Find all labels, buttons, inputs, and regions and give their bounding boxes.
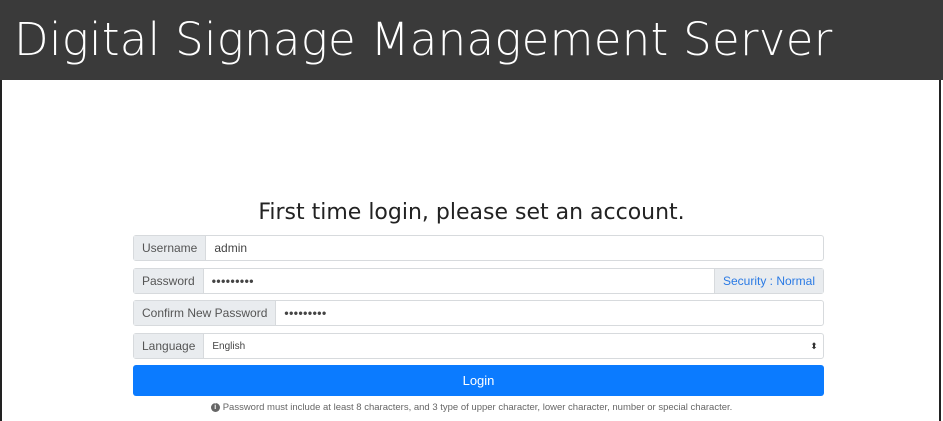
language-group: Language English ⬍ [133,333,824,359]
username-group: Username admin [133,235,824,261]
note-text: Password must include at least 8 charact… [222,402,733,413]
login-button[interactable]: Login [133,365,824,396]
app-title: Digital Signage Management Server [14,13,833,66]
confirm-password-group: Confirm New Password ••••••••• [133,300,824,326]
app-header: Digital Signage Management Server [0,0,943,80]
info-icon: i [210,402,220,412]
password-label: Password [134,269,204,293]
password-strength-badge: Security : Normal [713,269,823,293]
confirm-password-label: Confirm New Password [134,301,277,325]
form-heading: First time login, please set an account. [258,200,685,225]
language-label: Language [134,334,205,358]
language-select[interactable]: English [204,334,805,358]
confirm-password-input[interactable]: ••••••••• [276,301,823,325]
password-input[interactable]: ••••••••• [204,269,714,293]
password-requirements-note: i Password must include at least 8 charac… [0,402,943,413]
username-input[interactable]: admin [206,236,823,260]
select-caret-icon[interactable]: ⬍ [805,334,823,358]
username-label: Username [134,236,207,260]
password-group: Password ••••••••• Security : Normal [133,268,824,294]
